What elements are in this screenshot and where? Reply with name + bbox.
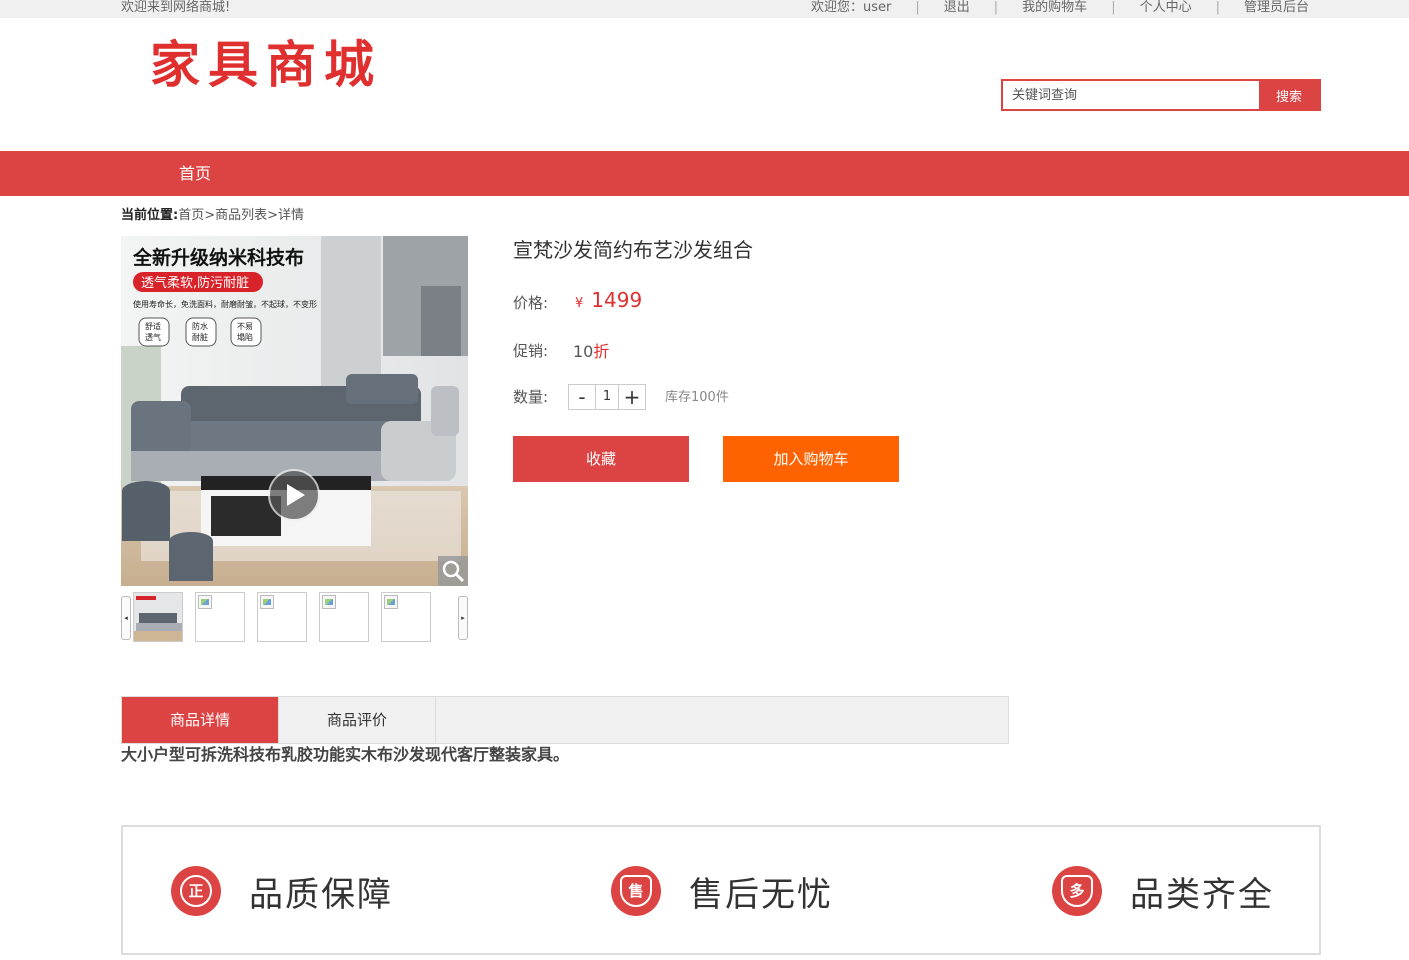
variety-icon: 多 bbox=[1052, 866, 1102, 916]
sofa-image: 全新升级纳米科技布 透气柔软,防污耐脏 使用寿命长，免洗面料，耐磨耐皱，不起球，… bbox=[121, 236, 468, 586]
detail-tabs: 商品详情 商品评价 bbox=[121, 696, 1009, 744]
price-number: 1499 bbox=[591, 288, 643, 312]
search-input[interactable] bbox=[1003, 81, 1259, 109]
price-label: 价格: bbox=[513, 294, 549, 312]
play-icon[interactable] bbox=[268, 469, 320, 521]
main-nav: 首页 bbox=[0, 151, 1409, 196]
broken-image-icon bbox=[198, 595, 212, 609]
cart-link[interactable]: 我的购物车 bbox=[1010, 0, 1099, 16]
thumbnail-5[interactable] bbox=[381, 592, 431, 642]
guarantee-after-sales: 售 售后无忧 bbox=[611, 863, 833, 919]
product-main-image[interactable]: 全新升级纳米科技布 透气柔软,防污耐脏 使用寿命长，免洗面料，耐磨耐皱，不起球，… bbox=[121, 236, 468, 586]
logout-link[interactable]: 退出 bbox=[932, 0, 982, 16]
certified-icon: 正 bbox=[171, 866, 221, 916]
divider: | bbox=[1215, 0, 1220, 15]
user-greeting: 欢迎您：user bbox=[811, 0, 892, 15]
banner-subtitle: 使用寿命长，免洗面料，耐磨耐皱，不起球，不变形 bbox=[133, 299, 317, 309]
broken-image-icon bbox=[322, 595, 336, 609]
add-to-cart-button[interactable]: 加入购物车 bbox=[723, 436, 899, 482]
promo-label: 促销: bbox=[513, 342, 549, 360]
guarantee-label: 售后无忧 bbox=[689, 874, 833, 915]
guarantee-variety: 多 品类齐全 bbox=[1052, 863, 1274, 919]
top-bar: 欢迎来到网络商城! 欢迎您：user | 退出 | 我的购物车 | 个人中心 |… bbox=[0, 0, 1409, 18]
thumbnail-strip: ◂ ▸ bbox=[121, 592, 468, 642]
divider: | bbox=[1111, 0, 1116, 15]
quantity-minus-button[interactable]: - bbox=[569, 385, 595, 409]
after-sales-shield-icon: 售 bbox=[611, 866, 661, 916]
breadcrumb-separator: > bbox=[267, 208, 279, 223]
site-logo[interactable]: 家具商城 bbox=[150, 34, 382, 96]
breadcrumb-item-home[interactable]: 首页 bbox=[178, 208, 204, 223]
price-value: ¥1499 bbox=[575, 288, 642, 312]
guarantee-panel: 正 品质保障 售 售后无忧 多 品类齐全 bbox=[121, 825, 1321, 955]
profile-link[interactable]: 个人中心 bbox=[1128, 0, 1204, 16]
guarantee-label: 品类齐全 bbox=[1130, 874, 1274, 915]
feature-badge: 透气 bbox=[145, 332, 161, 342]
favorite-button[interactable]: 收藏 bbox=[513, 436, 689, 482]
breadcrumb-item-detail: 详情 bbox=[278, 208, 305, 223]
divider: | bbox=[993, 0, 999, 15]
tab-product-details[interactable]: 商品详情 bbox=[122, 697, 279, 743]
breadcrumb: 当前位置:首页>商品列表>详情 bbox=[121, 207, 304, 225]
banner-badge: 透气柔软,防污耐脏 bbox=[141, 275, 249, 291]
magnifier-icon[interactable] bbox=[438, 556, 468, 586]
feature-badge: 塌陷 bbox=[237, 332, 253, 342]
breadcrumb-separator: > bbox=[204, 208, 216, 223]
feature-badge: 耐脏 bbox=[192, 332, 208, 342]
quantity-label: 数量: bbox=[513, 388, 549, 406]
quantity-stepper: - 1 + bbox=[568, 384, 646, 410]
stock-text: 库存100件 bbox=[665, 390, 729, 405]
feature-badge: 不易 bbox=[237, 322, 253, 331]
banner-title: 全新升级纳米科技布 bbox=[132, 246, 304, 269]
thumbnail-3[interactable] bbox=[257, 592, 307, 642]
broken-image-icon bbox=[260, 595, 274, 609]
guarantee-label: 品质保障 bbox=[249, 874, 393, 915]
admin-link[interactable]: 管理员后台 bbox=[1232, 0, 1321, 16]
thumbnail-2[interactable] bbox=[195, 592, 245, 642]
feature-badge: 防水 bbox=[192, 321, 208, 331]
quantity-input[interactable]: 1 bbox=[595, 385, 619, 409]
tab-product-reviews[interactable]: 商品评价 bbox=[279, 697, 436, 743]
currency-symbol: ¥ bbox=[575, 296, 584, 311]
product-title: 宣梵沙发简约布艺沙发组合 bbox=[513, 238, 753, 262]
feature-badge: 舒适 bbox=[145, 321, 161, 331]
breadcrumb-item-list[interactable]: 商品列表 bbox=[215, 208, 267, 223]
top-links: 欢迎您：user | 退出 | 我的购物车 | 个人中心 | 管理员后台 bbox=[799, 0, 1321, 16]
nav-item-home[interactable]: 首页 bbox=[179, 151, 211, 196]
promo-number: 10 bbox=[573, 342, 594, 361]
thumbnail-1[interactable] bbox=[133, 592, 183, 642]
guarantee-quality: 正 品质保障 bbox=[171, 863, 393, 919]
breadcrumb-label: 当前位置: bbox=[121, 208, 179, 223]
search-button[interactable]: 搜索 bbox=[1259, 81, 1319, 109]
product-description: 大小户型可拆洗科技布乳胶功能实木布沙发现代客厅整装家具。 bbox=[121, 745, 570, 764]
thumb-next-arrow[interactable]: ▸ bbox=[458, 596, 468, 640]
divider: | bbox=[915, 0, 920, 15]
thumbnail-4[interactable] bbox=[319, 592, 369, 642]
search-box: 搜索 bbox=[1001, 79, 1321, 111]
thumbnail-sofa-image bbox=[134, 593, 182, 641]
promo-unit: 折 bbox=[593, 342, 610, 361]
welcome-text: 欢迎来到网络商城! bbox=[121, 0, 231, 15]
quantity-plus-button[interactable]: + bbox=[619, 385, 645, 409]
thumb-prev-arrow[interactable]: ◂ bbox=[121, 596, 131, 640]
broken-image-icon bbox=[384, 595, 398, 609]
promo-value: 10折 bbox=[573, 338, 609, 362]
